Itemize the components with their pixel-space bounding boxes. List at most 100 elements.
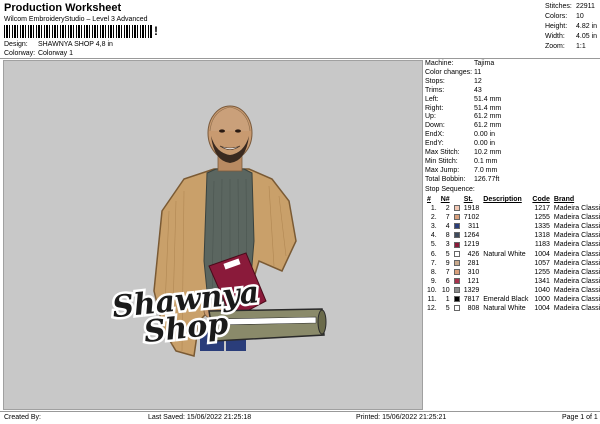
row-description: Natural White: [483, 250, 526, 258]
spec-row: Right: 51.4 mm: [425, 104, 502, 112]
spec-row: Trims: 43: [425, 86, 482, 94]
stat-stitches: Stitches: 22911: [545, 3, 595, 10]
row-brand: Madeira Classic 40: [553, 286, 600, 294]
row-brand: Madeira Classic 40: [553, 232, 600, 240]
row-code: 1341: [534, 277, 550, 285]
col-needle: N#: [440, 196, 450, 203]
row-index: 3.: [430, 223, 437, 231]
row-brand: Madeira Classic 40: [553, 205, 600, 213]
row-description: Emerald Black: [483, 295, 529, 303]
col-index: #: [427, 196, 431, 203]
color-swatch: [453, 296, 460, 303]
printed-date: Printed: 15/06/2022 21:25:21: [356, 414, 447, 421]
row-stitches: 1329: [463, 286, 480, 294]
spec-row: Max Stitch: 10.2 mm: [425, 149, 502, 157]
row-description: [481, 268, 530, 277]
table-row: 5. 3 1219 1183Madeira Classic 40: [425, 240, 600, 249]
row-index: 12.: [427, 305, 437, 313]
last-saved: Last Saved: 15/06/2022 21:25:18: [148, 414, 252, 421]
row-index: 2.: [430, 214, 437, 222]
table-header-row: # N# St. Description Code Brand: [425, 195, 600, 204]
machine-specs: Machine: Tajima Color changes: 11 Stops: 12…: [425, 60, 501, 185]
row-swatch: [452, 231, 462, 240]
design-value: SHAWNYA SHOP 4,8 in: [37, 41, 113, 48]
row-needle: 6: [445, 277, 450, 285]
row-description: [481, 204, 530, 213]
spec-row: Left: 51.4 mm: [425, 95, 502, 103]
row-code: 1255: [534, 214, 550, 222]
row-code: 1004: [534, 250, 550, 258]
row-needle: 7: [445, 214, 450, 222]
row-description: Natural White: [483, 305, 526, 313]
row-stitches: 7817: [463, 295, 480, 303]
table-row: 3. 4 311 1335Madeira Classic 40: [425, 222, 600, 231]
color-swatch: [453, 232, 460, 239]
color-swatch: [453, 305, 460, 312]
barcode-end-mark: !: [154, 24, 158, 38]
row-brand: Madeira Classic 40: [553, 277, 600, 285]
row-code: 1217: [534, 205, 550, 213]
stat-height: Height: 4.82 in: [545, 23, 598, 30]
table-row: 2. 7 7102 1255Madeira Classic 40: [425, 213, 600, 222]
row-code: 1255: [534, 268, 550, 276]
stat-zoom: Zoom: 1:1: [545, 43, 586, 50]
row-brand: Madeira Classic 40: [553, 259, 600, 267]
header-divider: [0, 58, 600, 59]
row-swatch: [452, 249, 462, 258]
row-brand: Madeira Classic 40: [553, 241, 600, 249]
row-index: 9.: [430, 277, 437, 285]
row-code: 1040: [534, 286, 550, 294]
row-code: 1057: [534, 259, 550, 267]
row-stitches: 426: [467, 250, 480, 258]
row-index: 7.: [430, 259, 437, 267]
embroidery-illustration: Shawnya Shawnya Shop Shop: [108, 105, 327, 357]
row-needle: 1: [445, 295, 450, 303]
spec-row: Down: 61.2 mm: [425, 122, 502, 130]
worksheet-footer: Created By: Last Saved: 15/06/2022 21:25…: [0, 411, 600, 424]
col-code: Code: [532, 196, 550, 203]
row-stitches: 7102: [463, 214, 480, 222]
row-needle: 4: [445, 223, 450, 231]
row-description: [481, 259, 530, 268]
row-stitches: 1219: [463, 241, 480, 249]
worksheet-header: Production Worksheet Wilcom EmbroiderySt…: [0, 0, 600, 58]
col-description: Description: [483, 196, 522, 203]
row-needle: 3: [445, 241, 450, 249]
color-swatch: [453, 241, 460, 248]
row-code: 1004: [534, 305, 550, 313]
row-description: [481, 286, 530, 295]
table-row: 1. 2 1918 1217Madeira Classic 40: [425, 204, 600, 213]
spec-row: Up: 61.2 mm: [425, 113, 502, 121]
row-swatch: [452, 259, 462, 268]
row-needle: 5: [445, 250, 450, 258]
row-index: 6.: [430, 250, 437, 258]
row-swatch: [452, 268, 462, 277]
spec-row: EndX: 0.00 in: [425, 131, 496, 139]
table-row: 7. 9 281 1057Madeira Classic 40: [425, 259, 600, 268]
design-row: Design: SHAWNYA SHOP 4,8 in: [4, 41, 113, 48]
spec-row: Color changes: 11: [425, 68, 482, 76]
color-swatch: [453, 277, 460, 284]
row-brand: Madeira Classic 40: [553, 268, 600, 276]
page-number: Page 1 of 1: [562, 414, 598, 421]
spec-row: Total Bobbin: 126.77ft: [425, 175, 500, 183]
row-index: 10.: [427, 286, 437, 294]
color-swatch: [453, 259, 460, 266]
row-index: 8.: [430, 268, 437, 276]
spec-row: Stops: 12: [425, 77, 482, 85]
row-stitches: 121: [467, 277, 480, 285]
row-swatch: [452, 286, 462, 295]
stop-sequence-title: Stop Sequence:: [425, 186, 475, 193]
row-needle: 10: [441, 286, 450, 294]
row-description: [481, 231, 530, 240]
stop-sequence-table: # N# St. Description Code Brand 1. 2 1918 1…: [425, 195, 600, 313]
row-stitches: 311: [468, 223, 480, 231]
color-swatch: [453, 287, 460, 294]
row-swatch: [452, 304, 462, 313]
table-row: 9. 6 121 1341Madeira Classic 40: [425, 277, 600, 286]
color-swatch: [453, 214, 460, 221]
table-row: 6. 5 426Natural White 1004Madeira Classic 4…: [425, 249, 600, 258]
table-row: 12. 5 808Natural White 1004Madeira Classic …: [425, 304, 600, 313]
row-stitches: 281: [467, 259, 480, 267]
row-needle: 2: [445, 205, 450, 213]
